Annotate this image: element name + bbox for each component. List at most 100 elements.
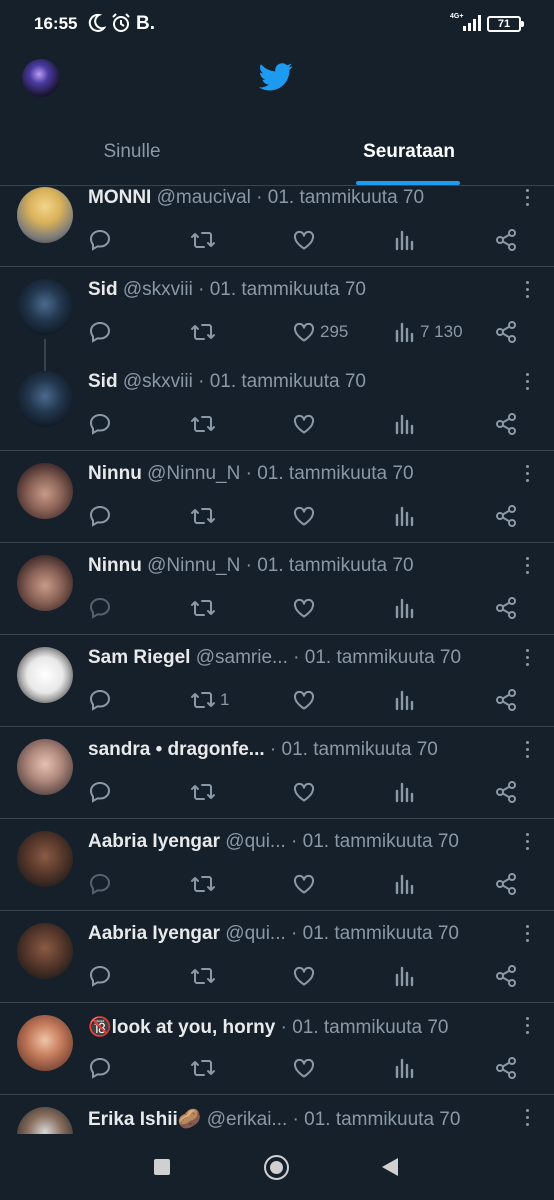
like-button[interactable] — [292, 595, 320, 621]
author-avatar[interactable] — [17, 279, 73, 335]
author-name[interactable]: Erika Ishii🥔 — [88, 1109, 201, 1130]
reply-button[interactable] — [88, 227, 112, 253]
author-name[interactable]: Aabria Iyengar — [88, 923, 220, 944]
author-name[interactable]: MONNI — [88, 187, 151, 208]
like-button[interactable] — [292, 779, 320, 805]
reply-button[interactable] — [88, 319, 112, 345]
tweet-row[interactable]: MONNI @maucival · 01. tammikuuta 70 — [0, 187, 554, 267]
more-options-button[interactable] — [525, 189, 529, 209]
more-options-button[interactable] — [525, 281, 529, 301]
retweet-button[interactable] — [190, 1055, 220, 1081]
like-button[interactable] — [292, 503, 320, 529]
tweet-row[interactable]: Aabria Iyengar @qui... · 01. tammikuuta … — [0, 911, 554, 1003]
views-button[interactable] — [394, 687, 420, 713]
tweet-feed[interactable]: MONNI @maucival · 01. tammikuuta 70 Sid @… — [0, 187, 554, 1134]
tweet-row[interactable]: sandra • dragonfe... · 01. tammikuuta 70 — [0, 727, 554, 819]
share-button[interactable] — [494, 503, 518, 529]
profile-avatar-button[interactable] — [22, 59, 60, 97]
views-button[interactable] — [394, 227, 420, 253]
like-button[interactable] — [292, 227, 320, 253]
share-button[interactable] — [494, 595, 518, 621]
author-avatar[interactable] — [17, 1015, 73, 1071]
author-handle[interactable]: @skxviii — [123, 279, 193, 300]
tweet-row[interactable]: Sid @skxviii · 01. tammikuuta 70 295 7 130 — [0, 267, 554, 371]
reply-button[interactable] — [88, 779, 112, 805]
author-avatar[interactable] — [17, 739, 73, 795]
more-options-button[interactable] — [525, 373, 529, 393]
views-button[interactable] — [394, 411, 420, 437]
like-button[interactable] — [292, 411, 320, 437]
author-avatar[interactable] — [17, 555, 73, 611]
author-name[interactable]: Ninnu — [88, 555, 142, 576]
author-avatar[interactable] — [17, 187, 73, 243]
author-avatar[interactable] — [17, 371, 73, 427]
author-handle[interactable]: @samrie... — [196, 647, 288, 668]
retweet-button[interactable] — [190, 227, 220, 253]
like-button[interactable] — [292, 687, 320, 713]
retweet-button[interactable] — [190, 779, 220, 805]
reply-button[interactable] — [88, 411, 112, 437]
more-options-button[interactable] — [525, 741, 529, 761]
author-handle[interactable]: @Ninnu_N — [147, 555, 240, 576]
author-name[interactable]: 🔞look at you, horny — [88, 1017, 275, 1038]
author-handle[interactable]: @maucival — [157, 187, 251, 208]
reply-button[interactable] — [88, 871, 112, 897]
author-avatar[interactable] — [17, 647, 73, 703]
author-avatar[interactable] — [17, 831, 73, 887]
retweet-button[interactable]: 1 — [190, 687, 229, 713]
more-options-button[interactable] — [525, 1017, 529, 1037]
share-button[interactable] — [494, 411, 518, 437]
home-button[interactable] — [264, 1155, 289, 1180]
tweet-row[interactable]: Ninnu @Ninnu_N · 01. tammikuuta 70 — [0, 451, 554, 543]
more-options-button[interactable] — [525, 1109, 529, 1129]
views-button[interactable] — [394, 779, 420, 805]
author-avatar[interactable] — [17, 923, 73, 979]
reply-button[interactable] — [88, 963, 112, 989]
retweet-button[interactable] — [190, 319, 220, 345]
reply-button[interactable] — [88, 1055, 112, 1081]
share-button[interactable] — [494, 1055, 518, 1081]
tweet-row[interactable]: Sid @skxviii · 01. tammikuuta 70 — [0, 359, 554, 451]
tab-for-you[interactable]: Sinulle — [0, 118, 264, 186]
share-button[interactable] — [494, 963, 518, 989]
tweet-row[interactable]: Aabria Iyengar @qui... · 01. tammikuuta … — [0, 819, 554, 911]
author-handle[interactable]: @Ninnu_N — [147, 463, 240, 484]
retweet-button[interactable] — [190, 503, 220, 529]
back-button[interactable] — [382, 1158, 398, 1176]
share-button[interactable] — [494, 319, 518, 345]
author-name[interactable]: sandra • dragonfe... — [88, 739, 265, 760]
share-button[interactable] — [494, 227, 518, 253]
retweet-button[interactable] — [190, 871, 220, 897]
tweet-row[interactable]: Ninnu @Ninnu_N · 01. tammikuuta 70 — [0, 543, 554, 635]
author-avatar[interactable] — [17, 1107, 73, 1134]
more-options-button[interactable] — [525, 557, 529, 577]
views-button[interactable]: 7 130 — [394, 319, 463, 345]
author-name[interactable]: Sam Riegel — [88, 647, 190, 668]
views-button[interactable] — [394, 1055, 420, 1081]
views-button[interactable] — [394, 503, 420, 529]
views-button[interactable] — [394, 871, 420, 897]
author-name[interactable]: Sid — [88, 371, 118, 392]
like-button[interactable] — [292, 871, 320, 897]
more-options-button[interactable] — [525, 465, 529, 485]
author-handle[interactable]: @skxviii — [123, 371, 193, 392]
like-button[interactable] — [292, 963, 320, 989]
like-button[interactable]: 295 — [292, 319, 348, 345]
tweet-row[interactable]: 🔞look at you, horny · 01. tammikuuta 70 — [0, 1003, 554, 1095]
retweet-button[interactable] — [190, 595, 220, 621]
more-options-button[interactable] — [525, 649, 529, 669]
views-button[interactable] — [394, 963, 420, 989]
author-handle[interactable]: @qui... — [225, 831, 285, 852]
like-button[interactable] — [292, 1055, 320, 1081]
author-handle[interactable]: @qui... — [225, 923, 285, 944]
twitter-bird-icon[interactable] — [259, 62, 293, 92]
author-handle[interactable]: @erikai... — [207, 1109, 288, 1130]
retweet-button[interactable] — [190, 963, 220, 989]
reply-button[interactable] — [88, 595, 112, 621]
tab-following[interactable]: Seurataan — [277, 118, 541, 186]
reply-button[interactable] — [88, 687, 112, 713]
author-avatar[interactable] — [17, 463, 73, 519]
share-button[interactable] — [494, 779, 518, 805]
recents-button[interactable] — [154, 1159, 170, 1175]
more-options-button[interactable] — [525, 925, 529, 945]
